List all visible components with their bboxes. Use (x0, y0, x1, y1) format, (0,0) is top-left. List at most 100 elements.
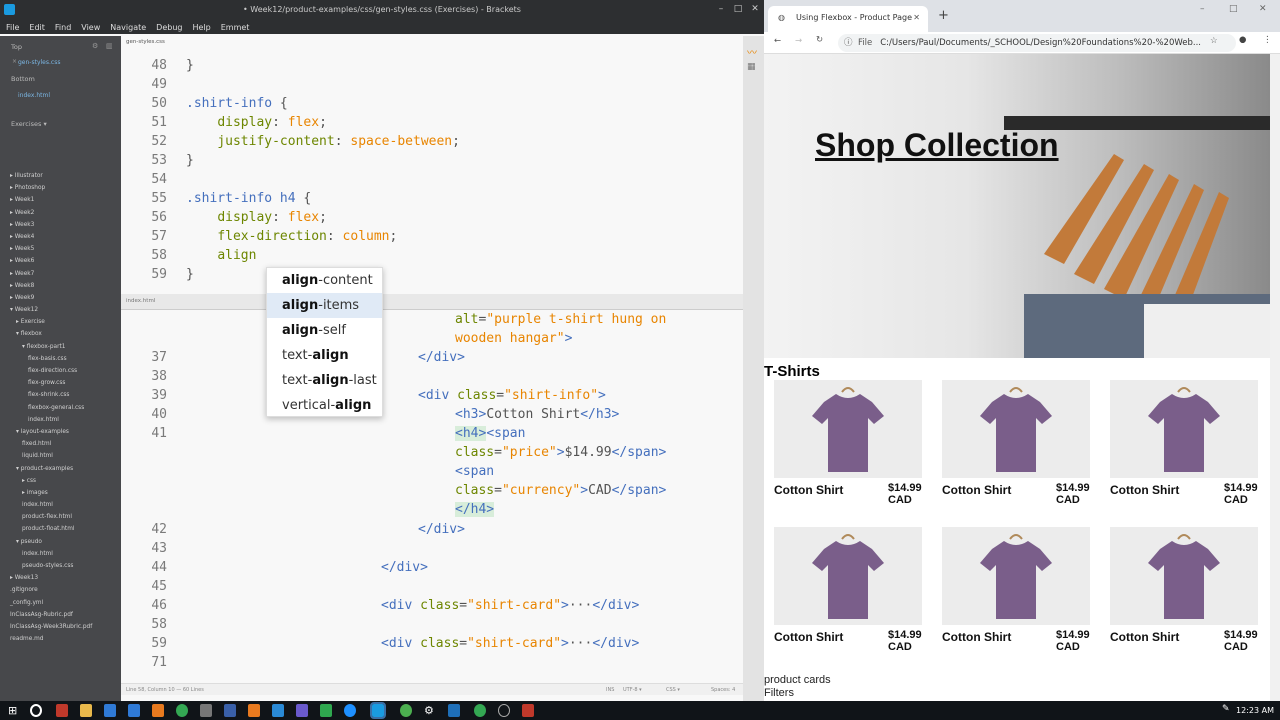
tree-item[interactable]: ▸ Week7 (0, 268, 121, 280)
tree-item[interactable]: ▾ pseudo (0, 536, 121, 548)
tree-item[interactable]: index.html (0, 499, 121, 511)
tree-item[interactable]: ▸ Week1 (0, 194, 121, 206)
file-explorer-icon[interactable] (80, 704, 92, 717)
app-icon[interactable] (498, 704, 510, 717)
page-scrollbar[interactable] (1270, 54, 1280, 701)
tree-item[interactable]: ▸ Week6 (0, 255, 121, 267)
tab-close-icon[interactable]: ✕ (913, 6, 920, 30)
back-icon[interactable]: ← (774, 36, 781, 46)
working-file-gen-styles[interactable]: gen-styles.css (18, 59, 60, 66)
hint-text-align-last[interactable]: text-align-last (267, 368, 382, 393)
live-preview-icon[interactable]: 〰 (747, 44, 757, 59)
chrome-icon[interactable] (474, 704, 486, 717)
clock[interactable]: 12:23 AM (1236, 701, 1274, 720)
app-icon[interactable] (400, 704, 412, 717)
tree-item[interactable]: product-flex.html (0, 511, 121, 523)
app-icon[interactable] (224, 704, 236, 717)
tree-item[interactable]: ▾ flexbox-part1 (0, 341, 121, 353)
tree-item[interactable]: fixed.html (0, 438, 121, 450)
hint-vertical-align[interactable]: vertical-align (267, 393, 382, 418)
edge-icon[interactable] (104, 704, 116, 717)
tree-item[interactable]: readme.md (0, 633, 121, 645)
hint-align-self[interactable]: align-self (267, 318, 382, 343)
minimize-icon[interactable]: – (1200, 4, 1205, 14)
close-file-icon[interactable]: × (12, 58, 17, 65)
brackets-taskbar-icon[interactable] (370, 702, 386, 719)
app-icon[interactable] (522, 704, 534, 717)
hint-align-content[interactable]: align-content (267, 268, 382, 293)
address-bar[interactable]: ⓘ File C:/Users/Paul/Documents/_SCHOOL/De… (838, 34, 1236, 52)
minimize-icon[interactable]: – (713, 0, 729, 20)
indent-setting[interactable]: Spaces: 4 (711, 684, 735, 696)
menu-emmet[interactable]: Emmet (221, 23, 250, 32)
app-icon[interactable] (344, 704, 356, 717)
tree-item[interactable]: ▸ Week8 (0, 280, 121, 292)
tree-item[interactable]: index.html (0, 548, 121, 560)
hint-text-align[interactable]: text-align (267, 343, 382, 368)
tree-item[interactable]: ▸ Week4 (0, 231, 121, 243)
app-icon[interactable] (248, 704, 260, 717)
bookmark-star-icon[interactable]: ☆ (1210, 36, 1218, 46)
tree-item[interactable]: ▸ Week9 (0, 292, 121, 304)
tree-item[interactable]: ▸ Week5 (0, 243, 121, 255)
app-icon[interactable] (320, 704, 332, 717)
tree-item[interactable]: ▸ Photoshop (0, 182, 121, 194)
tree-item[interactable]: index.html (0, 414, 121, 426)
tree-item[interactable]: flex-basis.css (0, 353, 121, 365)
tree-item[interactable]: _config.yml (0, 597, 121, 609)
insert-mode[interactable]: INS (606, 684, 614, 696)
firefox-icon[interactable] (152, 704, 164, 717)
tree-item[interactable]: .gitignore (0, 584, 121, 596)
tree-item[interactable]: ▸ images (0, 487, 121, 499)
menu-find[interactable]: Find (55, 23, 71, 32)
tree-item[interactable]: ▸ Week3 (0, 219, 121, 231)
tree-item[interactable]: flexbox-general.css (0, 402, 121, 414)
app-icon[interactable] (56, 704, 68, 717)
split-view-icon[interactable]: ▥ (106, 42, 113, 50)
tree-item[interactable]: pseudo-styles.css (0, 560, 121, 572)
tree-item[interactable]: liquid.html (0, 450, 121, 462)
close-icon[interactable]: ✕ (1259, 4, 1267, 14)
tree-item[interactable]: ▾ product-examples (0, 463, 121, 475)
tree-item[interactable]: InClassAsg-Week3Rubric.pdf (0, 621, 121, 633)
pen-icon[interactable]: ✎ (1222, 704, 1230, 714)
working-file-index[interactable]: index.html (18, 92, 50, 99)
menu-help[interactable]: Help (192, 23, 210, 32)
ie-icon[interactable] (128, 704, 140, 717)
tree-item[interactable]: ▸ Illustrator (0, 170, 121, 182)
tree-item[interactable]: flex-grow.css (0, 377, 121, 389)
tree-item[interactable]: flex-shrink.css (0, 389, 121, 401)
gear-icon[interactable]: ⚙ (92, 42, 98, 50)
maximize-icon[interactable]: □ (1229, 4, 1238, 14)
profile-icon[interactable]: ● (1239, 35, 1246, 45)
tree-item[interactable]: product-float.html (0, 523, 121, 535)
menu-file[interactable]: File (6, 23, 19, 32)
settings-icon[interactable]: ⚙ (424, 704, 436, 717)
tree-item[interactable]: ▾ layout-examples (0, 426, 121, 438)
menu-navigate[interactable]: Navigate (110, 23, 146, 32)
reload-icon[interactable]: ↻ (816, 35, 823, 45)
tree-item[interactable]: ▸ Week2 (0, 207, 121, 219)
browser-tab[interactable]: ◍ Using Flexbox - Product Page ✕ (768, 6, 928, 32)
new-tab-button[interactable]: + (938, 8, 949, 23)
menu-edit[interactable]: Edit (29, 23, 45, 32)
code-editor[interactable]: gen-styles.css 48} 49 50 .shirt-info { 51… (121, 36, 743, 701)
calculator-icon[interactable] (200, 704, 212, 717)
hint-align-items[interactable]: align-items (267, 293, 382, 318)
menu-kebab-icon[interactable]: ⋮ (1263, 35, 1272, 45)
app-icon[interactable] (296, 704, 308, 717)
maximize-icon[interactable]: □ (730, 0, 746, 20)
vscode-icon[interactable] (272, 704, 284, 717)
close-icon[interactable]: ✕ (747, 0, 763, 20)
start-icon[interactable]: ⊞ (8, 704, 20, 717)
tree-item[interactable]: ▸ css (0, 475, 121, 487)
menu-debug[interactable]: Debug (156, 23, 182, 32)
tree-item[interactable]: ▸ Exercise (0, 316, 121, 328)
menu-view[interactable]: View (81, 23, 100, 32)
extension-manager-icon[interactable]: ▦ (747, 62, 756, 72)
encoding-select[interactable]: UTF-8 ▾ (623, 684, 642, 696)
search-icon[interactable] (30, 704, 42, 717)
outlook-icon[interactable] (448, 704, 460, 717)
project-label[interactable]: Exercises ▾ (11, 120, 47, 128)
tree-item[interactable]: ▾ Week12 (0, 304, 121, 316)
